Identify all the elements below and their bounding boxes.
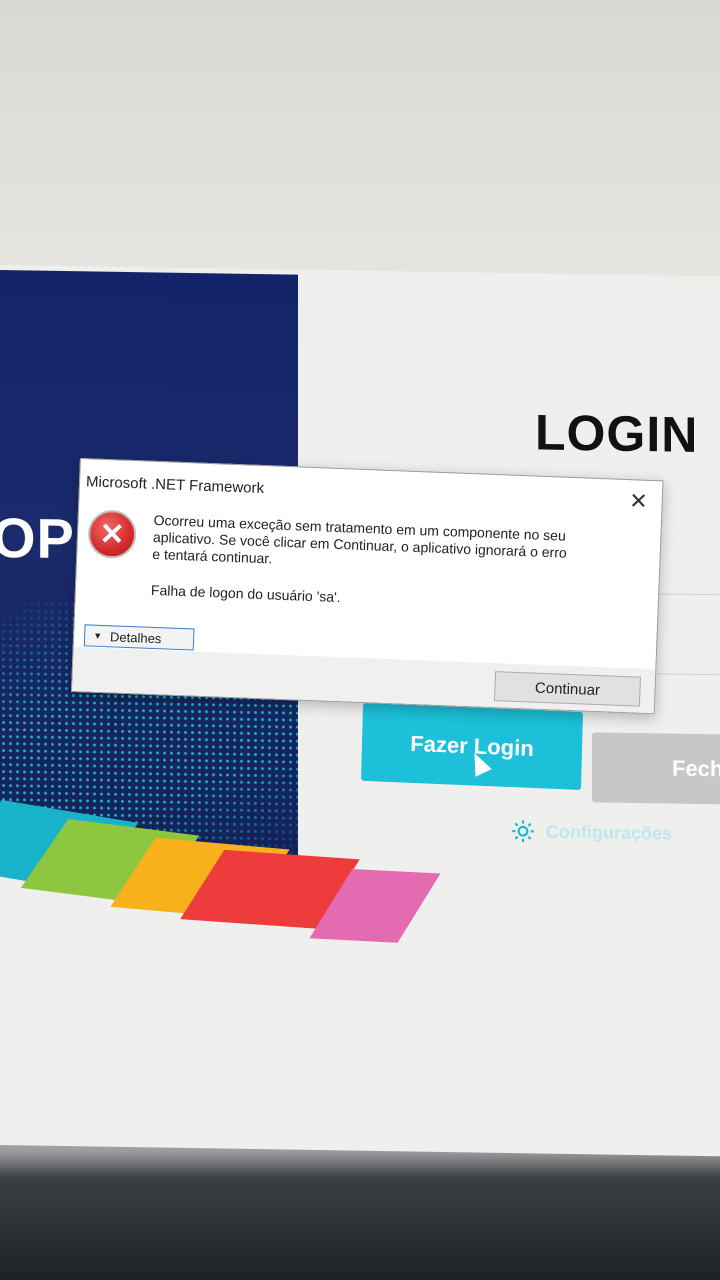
details-toggle-button[interactable]: ▼ Detalhes (83, 624, 195, 651)
close-app-button[interactable]: Fech (592, 732, 720, 805)
error-detail-message: Falha de logon do usuário 'sa'. (150, 581, 341, 606)
brand-logo-text: OP (0, 505, 75, 571)
close-icon[interactable]: ✕ (629, 488, 648, 514)
error-dialog: Microsoft .NET Framework ✕ ✕ Ocorreu uma… (71, 458, 664, 715)
gear-icon (512, 820, 534, 843)
details-label: Detalhes (109, 628, 162, 646)
error-message: Ocorreu uma exceção sem tratamento em um… (152, 511, 568, 567)
settings-link[interactable]: Configurações (510, 818, 672, 847)
settings-label: Configurações (546, 821, 673, 844)
dialog-title: Microsoft .NET Framework (85, 473, 265, 498)
continue-button[interactable]: Continuar (493, 671, 642, 707)
login-button[interactable]: Fazer Login (361, 702, 583, 790)
caret-down-icon: ▼ (92, 630, 103, 641)
login-title: LOGIN (535, 404, 699, 463)
error-icon: ✕ (87, 509, 137, 560)
